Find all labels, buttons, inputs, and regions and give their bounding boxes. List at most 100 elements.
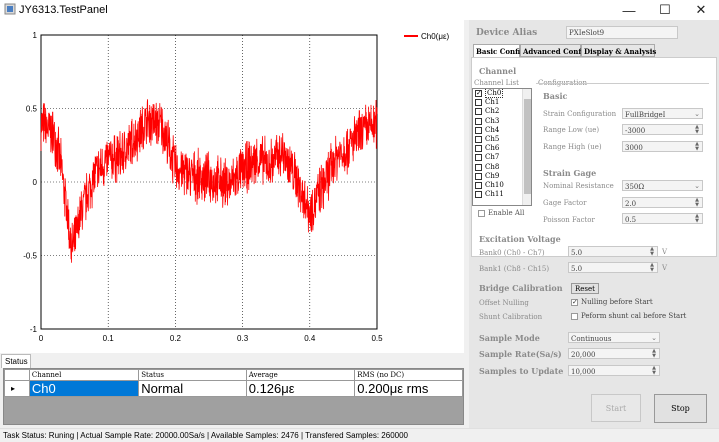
y-tick-label: 0.5 [26, 105, 38, 114]
range-low-input[interactable]: -3000 ▲ ▼ [622, 124, 703, 135]
basic-header: Basic [543, 91, 568, 101]
strain-gage-header: Strain Gage [543, 168, 597, 178]
bank0-unit: V [662, 248, 668, 256]
spinner-icon[interactable]: ▲ ▼ [693, 197, 701, 207]
channel-list-label: Channel List [474, 79, 519, 87]
bank1-label: Bank1 (Ch8 - Ch15) [479, 265, 550, 273]
device-alias-label: Device Alias [476, 28, 538, 38]
range-high-input[interactable]: 3000 ▲ ▼ [622, 141, 703, 152]
gage-factor-input[interactable]: 2.0 ▲ ▼ [622, 197, 703, 208]
chevron-down-icon: ⌄ [651, 334, 657, 342]
sample-mode-label: Sample Mode [479, 333, 540, 343]
bank0-value: 5.0 [571, 249, 583, 257]
status-grid[interactable]: Channel Status Average RMS (no DC) ▸ Ch0… [3, 368, 464, 425]
channel-checkbox[interactable] [475, 126, 482, 134]
sample-mode-value: Continuous [571, 335, 612, 343]
channel-checkbox[interactable] [475, 154, 482, 162]
spinner-icon[interactable]: ▲ ▼ [650, 348, 658, 358]
channel-checkbox[interactable] [475, 135, 482, 143]
bank0-label: Bank0 (Ch0 - Ch7) [479, 249, 545, 257]
channel-item-label: Ch9 [485, 171, 500, 180]
bank1-value: 5.0 [571, 265, 583, 273]
channel-item-label: Ch4 [485, 125, 500, 134]
waveform-plot-svg: 0 0.1 0.2 0.3 0.4 0.5 1 0.5 0 -0.5 -1 Ch0(με) [23, 31, 449, 343]
app-window: JY6313.TestPanel — ☐ ✕ 0 0.1 0.2 0.3 0.4 0.5 1… [0, 0, 719, 442]
status-bar: Task Status: Runing | Actual Sample Rate… [0, 428, 719, 442]
channel-checkbox[interactable] [475, 191, 482, 199]
bank0-input[interactable]: 5.0 ▲ ▼ [568, 246, 658, 257]
waveform-graph[interactable]: 0 0.1 0.2 0.3 0.4 0.5 1 0.5 0 -0.5 -1 Ch0(με) [0, 20, 464, 353]
channel-item-label: Ch5 [485, 134, 500, 143]
tab-basic-config[interactable]: Basic Config [473, 44, 525, 58]
strain-config-label: Strain Configuration [543, 110, 617, 118]
spinner-icon[interactable]: ▲ ▼ [648, 246, 656, 256]
channel-item-label: Ch0 [485, 89, 504, 98]
bank1-input[interactable]: 5.0 ▲ ▼ [568, 262, 658, 273]
minimize-icon[interactable]: — [611, 0, 647, 20]
configuration-divider [536, 83, 709, 84]
chevron-down-icon: ⌄ [694, 182, 700, 190]
channel-list[interactable]: ✓ Ch0 Ch1 Ch2 Ch3 Ch4 Ch5 Ch6 Ch7 Ch8 Ch9 Ch10 Ch11 [472, 88, 532, 206]
tab-display-analysis[interactable]: Display & Analysis [581, 44, 656, 57]
bank1-unit: V [662, 264, 668, 272]
status-tab-label: Status [5, 357, 28, 366]
channel-checkbox[interactable]: ✓ [475, 90, 482, 97]
shunt-cal-checkbox[interactable] [571, 313, 578, 320]
y-tick-label: 0 [33, 178, 38, 187]
range-low-value: -3000 [625, 127, 646, 135]
start-button[interactable]: Start [591, 394, 641, 422]
spinner-icon[interactable]: ▲ ▼ [648, 262, 656, 272]
spinner-icon[interactable]: ▲ ▼ [693, 141, 701, 151]
col-header-status[interactable]: Status [138, 369, 247, 381]
x-tick-label: 0.3 [237, 334, 249, 343]
x-tick-label: 0.1 [103, 334, 115, 343]
chevron-down-icon: ⌄ [694, 110, 700, 118]
spinner-icon[interactable]: ▲ ▼ [650, 365, 658, 375]
channel-checkbox[interactable] [475, 117, 482, 125]
scrollbar-thumb[interactable] [524, 99, 531, 194]
x-tick-label: 0.5 [371, 334, 383, 343]
enable-all-label: Enable All [488, 209, 525, 217]
table-row[interactable]: ▸ Ch0 Normal 0.126με 0.200με rms [4, 380, 463, 397]
channel-list-scrollbar[interactable] [522, 89, 531, 205]
nominal-resistance-select[interactable]: 350Ω ⌄ [622, 180, 703, 191]
samples-to-update-input[interactable]: 10,000 ▲ ▼ [568, 365, 660, 376]
maximize-icon[interactable]: ☐ [647, 0, 683, 20]
channel-item-label: Ch10 [485, 180, 504, 189]
channel-checkbox[interactable] [475, 99, 482, 107]
gage-factor-label: Gage Factor [543, 199, 587, 207]
channel-checkbox[interactable] [475, 145, 482, 153]
stop-button[interactable]: Stop [654, 394, 707, 423]
sample-mode-select[interactable]: Continuous ⌄ [568, 332, 660, 343]
channel-checkbox[interactable] [475, 108, 482, 116]
tab-advanced-config[interactable]: Advanced Config [520, 44, 588, 57]
tab-status[interactable]: Status [1, 354, 31, 368]
cell-average[interactable]: 0.126με [245, 380, 356, 397]
y-tick-label: -1 [30, 325, 38, 334]
col-header-average[interactable]: Average [245, 369, 356, 381]
sample-rate-label: Sample Rate(Sa/s) [479, 349, 562, 359]
col-header-rms[interactable]: RMS (no DC) [354, 369, 463, 381]
window-title: JY6313.TestPanel [19, 4, 108, 16]
poisson-factor-input[interactable]: 0.5 ▲ ▼ [622, 213, 703, 224]
spinner-icon[interactable]: ▲ ▼ [693, 124, 701, 134]
spinner-icon[interactable]: ▲ ▼ [693, 213, 701, 223]
channel-item-label: Ch11 [485, 190, 504, 199]
excitation-header: Excitation Voltage [479, 234, 561, 244]
cell-status[interactable]: Normal [138, 380, 247, 397]
close-icon[interactable]: ✕ [683, 0, 719, 20]
device-alias-field[interactable]: PXIeSlot9 [566, 26, 678, 39]
channel-checkbox[interactable] [475, 172, 482, 180]
poisson-factor-value: 0.5 [625, 216, 637, 224]
enable-all-checkbox[interactable] [478, 210, 485, 217]
channel-checkbox[interactable] [475, 163, 482, 171]
sample-rate-input[interactable]: 20,000 ▲ ▼ [568, 348, 660, 359]
strain-config-select[interactable]: FullBridgeI ⌄ [622, 108, 703, 119]
cell-channel[interactable]: Ch0 [28, 380, 140, 397]
channel-checkbox[interactable] [475, 181, 482, 189]
samples-to-update-label: Samples to Update [479, 366, 564, 376]
col-header-channel[interactable]: Channel [28, 369, 140, 381]
cell-rms[interactable]: 0.200με rms [354, 380, 463, 397]
reset-button[interactable]: Reset [571, 283, 599, 294]
nulling-before-start-checkbox[interactable]: ✓ [571, 299, 578, 306]
